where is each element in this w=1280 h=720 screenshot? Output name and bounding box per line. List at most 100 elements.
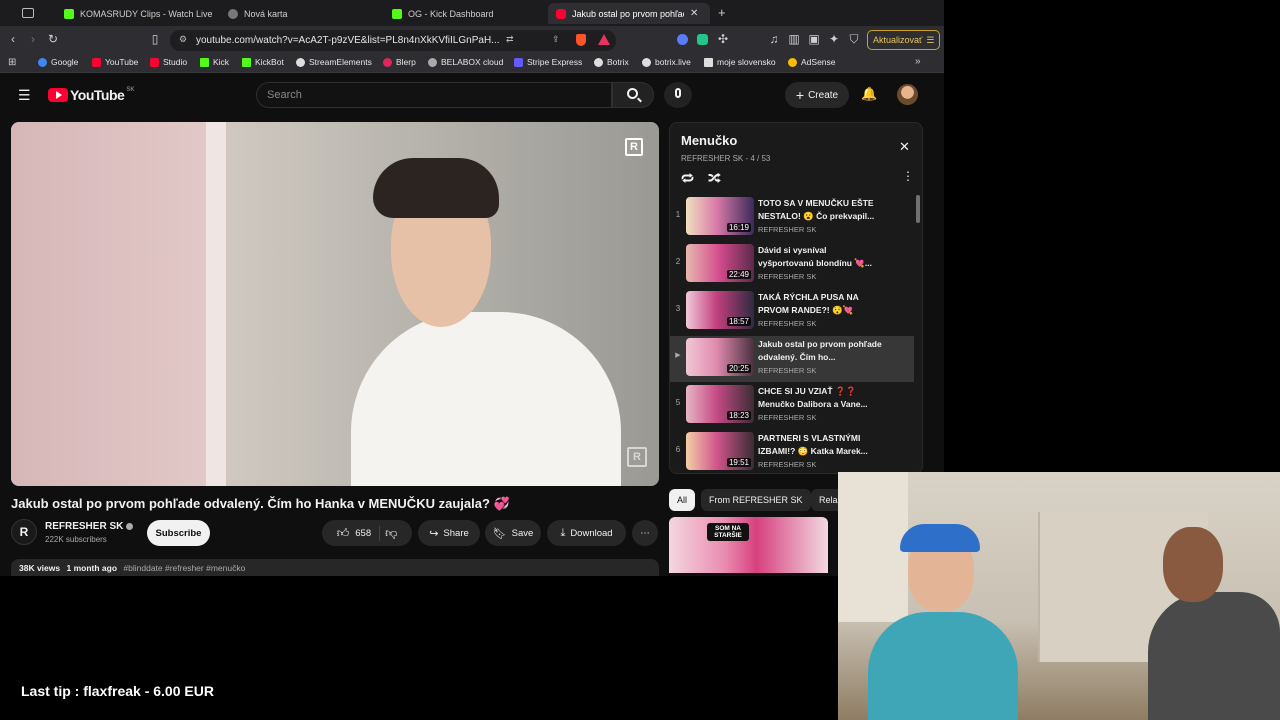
plus-icon: + — [795, 87, 805, 103]
close-playlist-icon[interactable]: ✕ — [899, 139, 910, 155]
create-button[interactable]: + Create — [785, 82, 849, 108]
close-tab-icon[interactable]: ✕ — [690, 8, 698, 19]
recommended-video-thumbnail[interactable]: SOM NA STARŠIE — [669, 517, 828, 573]
region-code: SK — [126, 87, 135, 93]
bookmark-belabox[interactable]: BELABOX cloud — [428, 57, 503, 67]
channel-name[interactable]: REFRESHER SK — [45, 521, 134, 532]
voice-search-button[interactable] — [664, 82, 692, 108]
new-tab-icon[interactable]: + — [718, 5, 726, 20]
bookmark-stripe[interactable]: Stripe Express — [514, 57, 582, 67]
bookmark-youtube[interactable]: YouTube — [92, 57, 138, 67]
like-button[interactable]: 👍︎ 658 — [336, 525, 381, 541]
video-frame-door — [206, 122, 226, 486]
bookmark-google[interactable]: Google — [38, 57, 78, 67]
hamburger-menu-icon[interactable]: ☰ — [18, 87, 31, 104]
extension-icon[interactable] — [677, 34, 688, 45]
playlist-item[interactable]: 3 18:57 TAKÁ RÝCHLA PUSA NA PRVOM RANDE?… — [670, 289, 914, 335]
tab-youtube-active[interactable]: Jakub ostal po prvom pohľade ✕ — [548, 3, 710, 24]
channel-name-text: REFRESHER SK — [45, 521, 124, 532]
playlist-scrollbar[interactable] — [916, 195, 920, 223]
search-input[interactable]: Search — [256, 82, 612, 108]
playlist-item-current[interactable]: ▶ 20:25 Jakub ostal po prvom pohľade odv… — [670, 336, 914, 382]
tab-label: Jakub ostal po prvom pohľade — [572, 8, 684, 19]
description-box[interactable]: 38K views 1 month ago #blinddate #refres… — [11, 559, 659, 576]
tab-bar: KOMASRUDY Clips - Watch Live o Nová kart… — [0, 0, 944, 26]
bookmark-botrix-live[interactable]: botrix.live — [642, 57, 691, 67]
youtube-logo[interactable]: YouTube SK — [48, 87, 134, 103]
slovensko-icon — [704, 57, 713, 67]
video-player[interactable]: R R — [11, 122, 659, 486]
extension-icon[interactable] — [697, 34, 708, 45]
bookmark-kick[interactable]: Kick — [200, 57, 229, 67]
bookmark-streamelements[interactable]: StreamElements — [296, 57, 372, 67]
share-button[interactable]: ↪ Share — [418, 520, 480, 546]
playlist-item[interactable]: 1 16:19 TOTO SA V MENUČKU EŠTE NESTALO! … — [670, 195, 914, 241]
translate-icon[interactable]: ⇄ — [506, 34, 514, 45]
download-button[interactable]: ⤓ Download — [547, 520, 626, 546]
back-icon[interactable]: ‹ — [6, 32, 20, 46]
ai-icon[interactable]: ✦ — [827, 32, 841, 46]
notifications-bell-icon[interactable]: 🔔 — [861, 86, 877, 102]
chip-all[interactable]: All — [669, 489, 696, 511]
extensions-puzzle-icon[interactable]: ✣ — [716, 32, 730, 46]
youtube-icon — [92, 57, 101, 67]
bookmark-icon[interactable]: ▯ — [148, 32, 162, 46]
tab-kick-clips[interactable]: KOMASRUDY Clips - Watch Live o — [56, 3, 214, 24]
save-button[interactable]: 🔖︎ Save — [485, 520, 541, 546]
vpn-icon[interactable]: ⛉ — [847, 32, 861, 46]
playlist-item[interactable]: 6 19:51 PARTNERI S VLASTNÝMI IZBAMI!? 😳 … — [670, 430, 914, 473]
account-avatar[interactable] — [897, 84, 918, 105]
chip-from-channel[interactable]: From REFRESHER SK — [701, 489, 811, 511]
more-bookmarks-icon[interactable]: » — [915, 56, 921, 67]
bookmark-moje-slovensko[interactable]: moje slovensko — [704, 57, 776, 67]
media-icon[interactable]: ♫ — [767, 32, 781, 46]
update-button[interactable]: Aktualizovať ☰ — [867, 30, 940, 50]
more-actions-button[interactable]: ⋯ — [632, 520, 658, 546]
search-button[interactable] — [612, 82, 654, 108]
share-icon: ↪ — [429, 527, 439, 540]
google-icon — [38, 57, 47, 67]
bookmark-adsense[interactable]: AdSense — [788, 57, 836, 67]
brave-shield-icon[interactable] — [576, 34, 586, 46]
loop-icon[interactable]: 🔁︎ — [681, 169, 694, 188]
share-icon[interactable]: ⇪ — [552, 34, 560, 45]
hashtags[interactable]: #blinddate #refresher #menučko — [123, 563, 245, 573]
reload-icon[interactable]: ↻ — [46, 32, 60, 46]
wallet-icon[interactable]: ▣ — [807, 32, 821, 46]
bookmark-studio[interactable]: Studio — [150, 57, 187, 67]
playlist-item[interactable]: 2 22:49 Dávid si vysníval vyšportovanú b… — [670, 242, 914, 288]
bookmark-label: Blerp — [396, 57, 416, 67]
bookmark-label: moje slovensko — [717, 57, 776, 67]
playlist-item-channel: REFRESHER SK — [758, 225, 817, 234]
sidebar-icon[interactable]: ▥ — [787, 32, 801, 46]
site-info-icon[interactable]: ⚙ — [179, 34, 187, 45]
webcam-overlay — [838, 472, 1280, 720]
thumbs-up-icon: 👍︎ — [336, 525, 350, 540]
bookmark-blerp[interactable]: Blerp — [383, 57, 416, 67]
bookmark-label: botrix.live — [655, 57, 691, 67]
playlist-more-icon[interactable]: ⋮ — [902, 169, 914, 183]
verified-icon — [126, 523, 134, 530]
address-bar[interactable]: ⚙ youtube.com/watch?v=AcA2T-p9zVE&list=P… — [170, 30, 616, 51]
rewards-icon[interactable] — [598, 34, 610, 45]
channel-watermark-icon: R — [627, 447, 647, 467]
playlist-title[interactable]: Menučko — [681, 133, 737, 148]
playlist-item[interactable]: 5 18:23 CHCE SI JU VZIAŤ ❓❓ Menučko Dali… — [670, 383, 914, 429]
bookmark-botrix[interactable]: Botrix — [594, 57, 629, 67]
dislike-button[interactable]: 👎︎ — [385, 526, 397, 541]
forward-icon[interactable]: › — [26, 32, 40, 46]
channel-avatar[interactable]: R — [11, 519, 37, 545]
shuffle-icon[interactable]: 🔀︎ — [708, 169, 721, 188]
playlist-item-channel: REFRESHER SK — [758, 366, 817, 375]
bookmark-kickbot[interactable]: KickBot — [242, 57, 284, 67]
apps-grid-icon[interactable]: ⊞ — [8, 57, 16, 68]
subscribe-button[interactable]: Subscribe — [147, 520, 210, 546]
sidebar-toggle-icon[interactable] — [22, 8, 34, 18]
playlist-item-channel: REFRESHER SK — [758, 413, 817, 422]
tab-kick-dashboard[interactable]: OG - Kick Dashboard — [384, 3, 544, 24]
microphone-icon — [675, 88, 681, 98]
tab-new-tab[interactable]: Nová karta — [220, 3, 380, 24]
streamelements-icon — [296, 57, 305, 67]
video-duration: 20:25 — [726, 364, 751, 373]
search-icon — [627, 88, 638, 99]
